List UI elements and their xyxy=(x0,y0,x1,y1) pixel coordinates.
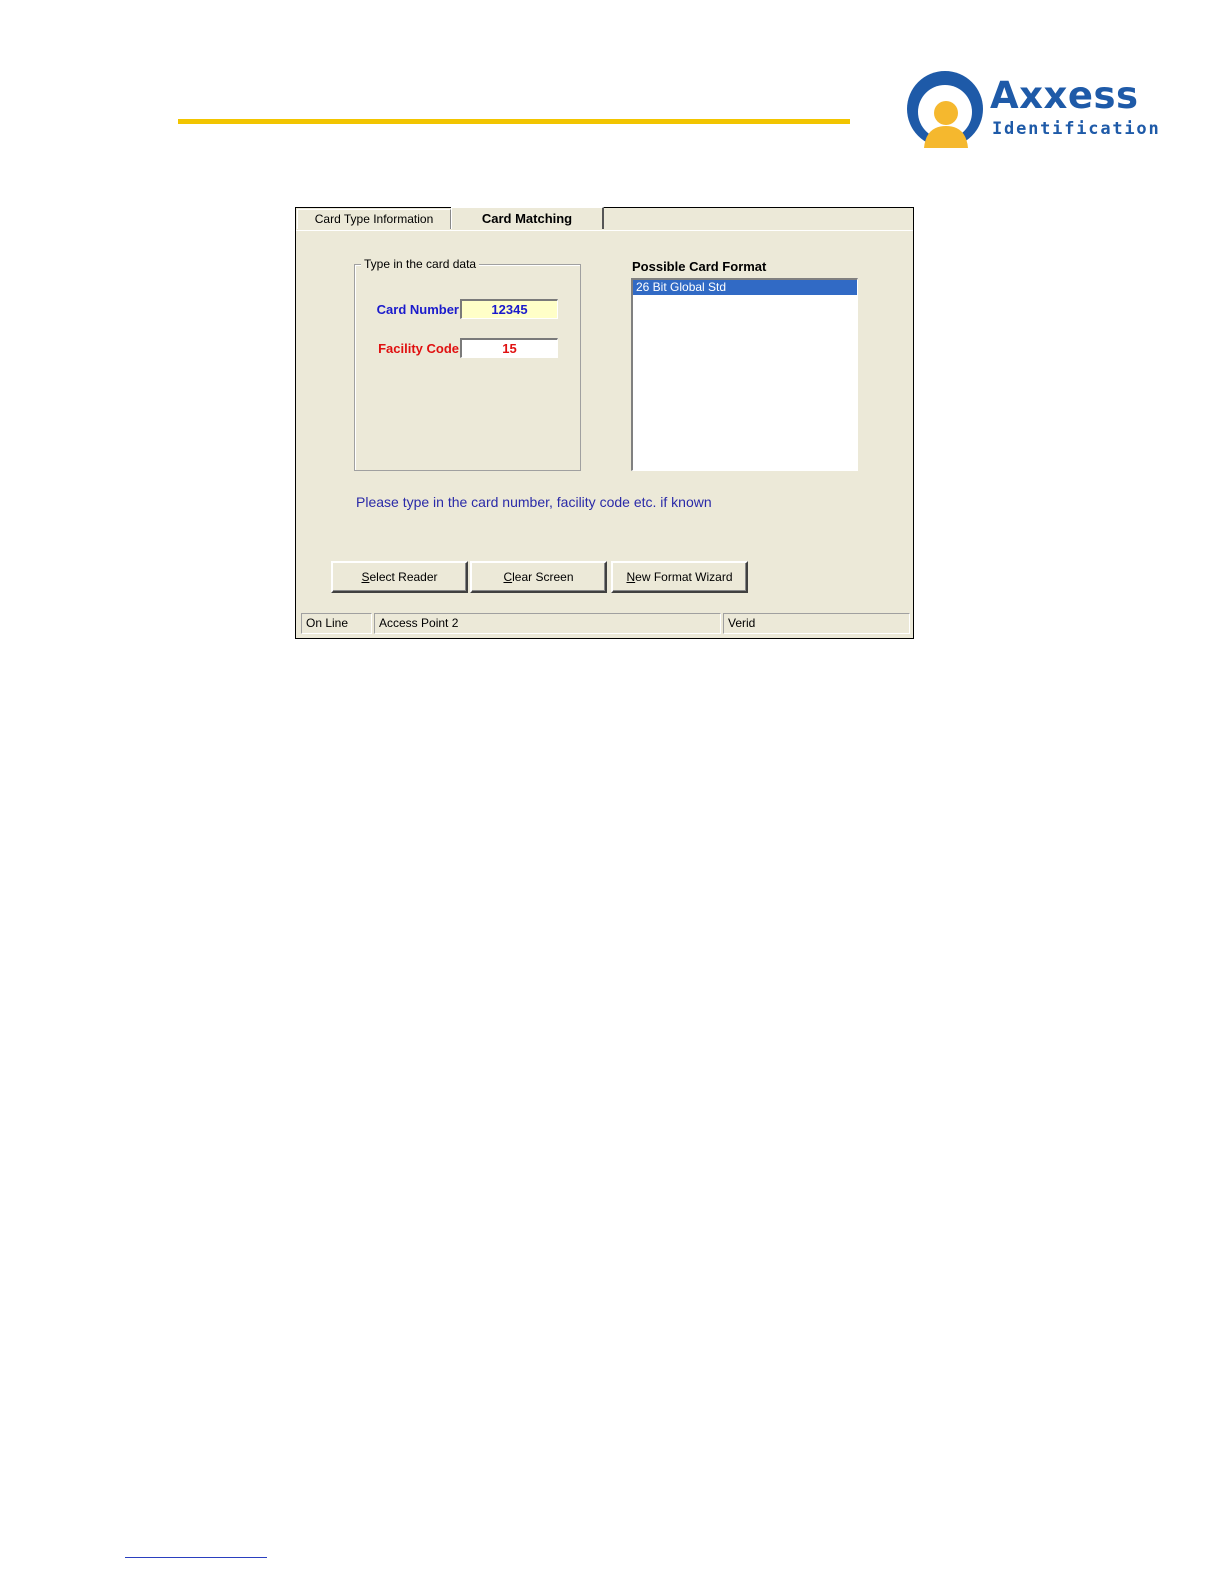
footer-link-underline xyxy=(125,1557,267,1558)
status-connection: On Line xyxy=(301,613,372,634)
card-number-label: Card Number xyxy=(376,302,459,317)
possible-card-format-list[interactable]: 26 Bit Global Std xyxy=(631,278,858,471)
list-item[interactable]: 26 Bit Global Std xyxy=(633,280,857,295)
person-badge-icon xyxy=(907,71,983,148)
groupbox-legend: Type in the card data xyxy=(361,257,480,271)
status-bar: On Line Access Point 2 Verid xyxy=(301,613,910,634)
card-number-input[interactable]: 12345 xyxy=(460,299,558,319)
select-reader-button[interactable]: Select Reader xyxy=(331,561,468,593)
axxess-logo: Axxess Identification xyxy=(906,70,1159,150)
facility-code-input[interactable]: 15 xyxy=(460,338,558,358)
tab-card-type-information[interactable]: Card Type Information xyxy=(297,209,451,229)
hint-text: Please type in the card number, facility… xyxy=(356,494,712,510)
card-data-groupbox: Type in the card data Card Number 12345 … xyxy=(354,257,581,471)
tab-strip: Card Type Information Card Matching xyxy=(296,207,913,231)
tab-card-matching[interactable]: Card Matching xyxy=(451,207,604,229)
new-format-wizard-accel: N xyxy=(626,570,636,584)
logo-tagline: Identification xyxy=(992,119,1161,139)
clear-screen-label: lear Screen xyxy=(512,570,574,584)
clear-screen-button[interactable]: Clear Screen xyxy=(470,561,607,593)
logo-name: Axxess xyxy=(990,74,1139,117)
card-matching-window: Card Type Information Card Matching Type… xyxy=(295,207,914,639)
facility-code-label: Facility Code xyxy=(378,341,459,356)
possible-card-format-title: Possible Card Format xyxy=(632,259,767,274)
clear-screen-accel: C xyxy=(503,570,513,584)
new-format-wizard-button[interactable]: New Format Wizard xyxy=(611,561,748,593)
new-format-wizard-label: ew Format Wizard xyxy=(635,570,733,584)
header-rule xyxy=(178,119,850,124)
status-reader: Verid xyxy=(723,613,910,634)
status-access-point: Access Point 2 xyxy=(374,613,721,634)
select-reader-label: elect Reader xyxy=(369,570,438,584)
